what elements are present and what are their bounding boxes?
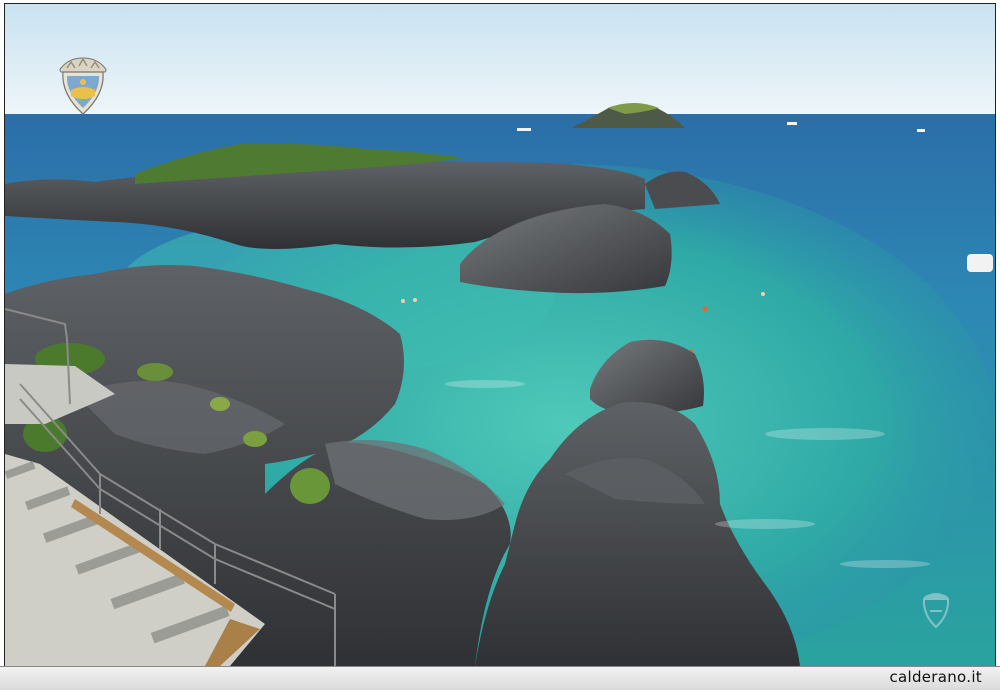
boat: [917, 129, 925, 132]
town-crest-logo: [55, 54, 111, 120]
sky: [5, 4, 995, 116]
swimmer: [413, 298, 417, 302]
shrub: [290, 468, 330, 504]
buoy: [702, 306, 708, 312]
boat: [517, 128, 531, 131]
crest-watermark-icon: [922, 593, 950, 629]
motor-boat: [967, 254, 993, 272]
shrub: [137, 363, 173, 381]
boat: [787, 122, 797, 125]
image-frame: calderano.it: [0, 0, 1000, 690]
town-crest-icon: [59, 57, 107, 115]
shrub: [243, 431, 267, 447]
site-caption: calderano.it: [889, 668, 982, 686]
crest-watermark: [920, 589, 952, 631]
shrub: [210, 397, 230, 411]
seascape-photo: [5, 4, 995, 666]
swimmer: [401, 299, 405, 303]
swimmer: [761, 292, 765, 296]
caption-bar: calderano.it: [0, 666, 1000, 690]
seascape-illustration: [5, 4, 995, 666]
